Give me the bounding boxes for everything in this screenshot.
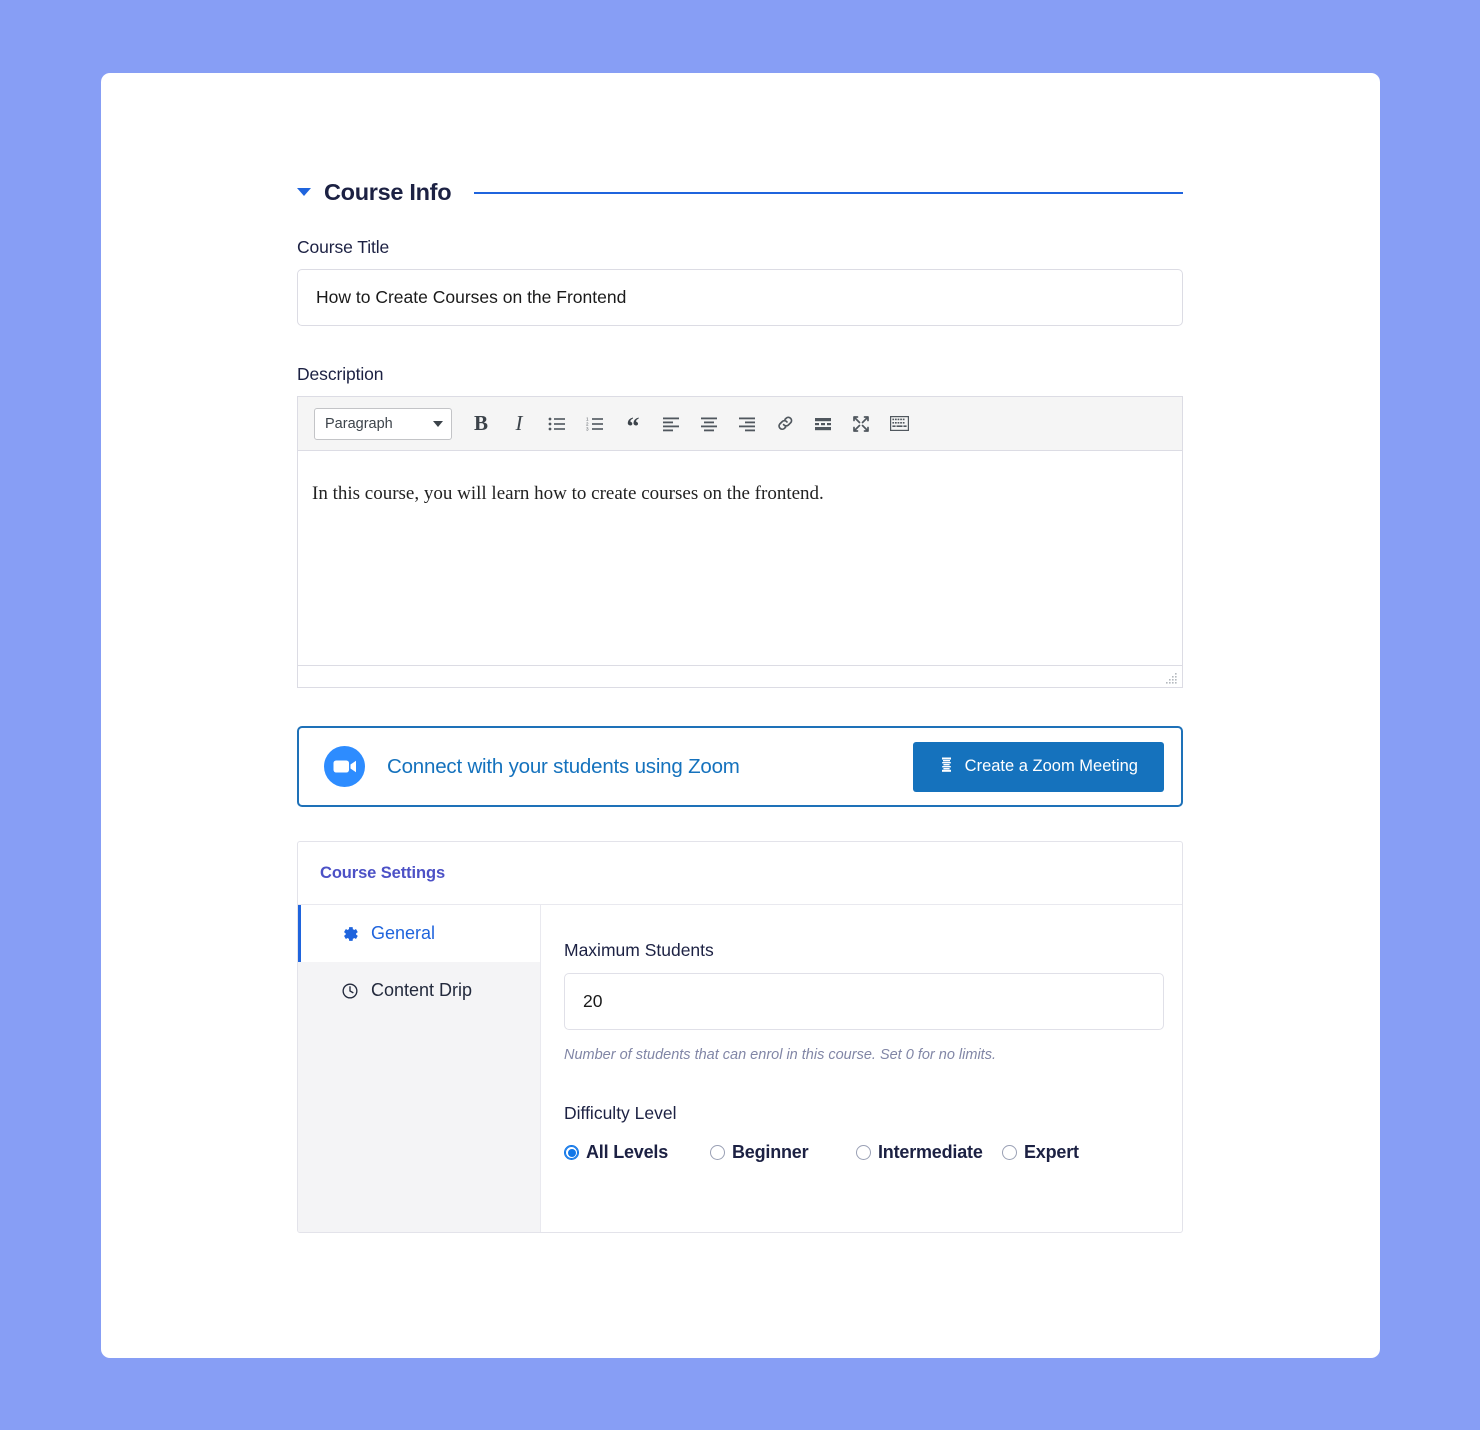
radio-indicator[interactable] <box>564 1145 579 1160</box>
course-settings-nav: General Content Drip <box>298 905 541 1232</box>
editor-status-bar <box>298 665 1182 687</box>
difficulty-option-label: Beginner <box>732 1142 809 1162</box>
zoom-video-icon <box>324 746 365 787</box>
difficulty-option-expert[interactable]: Expert <box>1002 1141 1148 1165</box>
course-settings-heading: Course Settings <box>298 842 1182 905</box>
settings-tab-general-label: General <box>371 923 436 943</box>
insert-read-more-icon[interactable] <box>804 404 842 444</box>
difficulty-option-intermediate[interactable]: Intermediate <box>856 1141 1002 1165</box>
create-zoom-meeting-button[interactable]: Create a Zoom Meeting <box>912 741 1164 792</box>
gear-icon <box>341 925 359 943</box>
resize-handle[interactable] <box>1166 672 1178 684</box>
link-icon[interactable] <box>766 404 804 444</box>
radio-indicator[interactable] <box>710 1145 725 1160</box>
paragraph-format-select[interactable]: Paragraph <box>314 407 452 440</box>
maximum-students-input[interactable] <box>564 973 1164 1030</box>
blockquote-icon[interactable]: “ <box>614 404 652 444</box>
course-title-label: Course Title <box>297 237 390 257</box>
difficulty-option-beginner[interactable]: Beginner <box>710 1141 856 1165</box>
settings-tab-general[interactable]: General <box>298 905 540 962</box>
clock-icon <box>341 982 359 1000</box>
radio-indicator[interactable] <box>856 1145 871 1160</box>
difficulty-level-label: Difficulty Level <box>564 1103 677 1123</box>
editor-toolbar: Paragraph B I 1 2 3 “ <box>298 397 1182 451</box>
difficulty-level-radio-group: All Levels Beginner Intermediate Expert <box>564 1141 1164 1165</box>
description-editor: Paragraph B I 1 2 3 “ In this course, yo… <box>297 396 1183 688</box>
section-divider <box>474 192 1183 194</box>
course-settings-content: Maximum Students Number of students that… <box>541 905 1182 1232</box>
svg-text:3: 3 <box>586 426 589 431</box>
maximum-students-help: Number of students that can enrol in thi… <box>564 1047 996 1063</box>
difficulty-option-all-levels[interactable]: All Levels <box>564 1141 710 1165</box>
create-zoom-meeting-label: Create a Zoom Meeting <box>964 757 1138 775</box>
italic-icon[interactable]: I <box>500 404 538 444</box>
page-card: Course Info Course Title Description Par… <box>101 73 1380 1358</box>
numbered-list-icon[interactable]: 1 2 3 <box>576 404 614 444</box>
align-right-icon[interactable] <box>728 404 766 444</box>
course-title-input[interactable] <box>297 269 1183 326</box>
bulleted-list-icon[interactable] <box>538 404 576 444</box>
toolbar-toggle-icon[interactable] <box>880 404 918 444</box>
page-title: Course Info <box>324 178 452 205</box>
caret-down-icon[interactable] <box>297 188 311 196</box>
difficulty-option-label: Intermediate <box>878 1142 983 1162</box>
paragraph-format-value: Paragraph <box>325 415 393 432</box>
settings-tab-content-drip-label: Content Drip <box>371 980 473 1000</box>
description-text-body[interactable]: In this course, you will learn how to cr… <box>298 451 1182 665</box>
maximum-students-label: Maximum Students <box>564 940 714 960</box>
course-settings-body: General Content Drip Maximum Students 20… <box>298 905 1182 1232</box>
course-form: Course Info Course Title Description Par… <box>297 178 1183 1233</box>
video-camera-icon <box>939 757 954 777</box>
difficulty-option-label: Expert <box>1024 1142 1079 1162</box>
chevron-down-icon <box>433 420 443 427</box>
course-settings-panel: Course Settings General Content Drip Max… <box>297 841 1183 1233</box>
bold-icon[interactable]: B <box>462 404 500 444</box>
description-label: Description <box>297 364 384 384</box>
zoom-banner-text: Connect with your students using Zoom <box>387 754 740 778</box>
fullscreen-icon[interactable] <box>842 404 880 444</box>
course-info-section-header: Course Info <box>297 178 1183 206</box>
radio-indicator[interactable] <box>1002 1145 1017 1160</box>
difficulty-option-label: All Levels <box>586 1142 669 1162</box>
zoom-banner: Connect with your students using Zoom Cr… <box>297 726 1183 807</box>
align-center-icon[interactable] <box>690 404 728 444</box>
align-left-icon[interactable] <box>652 404 690 444</box>
settings-tab-content-drip[interactable]: Content Drip <box>298 962 540 1019</box>
